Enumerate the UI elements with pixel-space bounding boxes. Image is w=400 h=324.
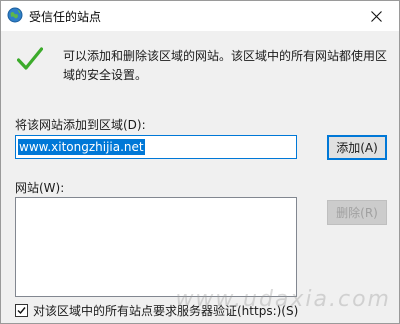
check-mark-icon [17, 307, 26, 315]
close-button[interactable] [353, 1, 399, 31]
websites-label: 网站(W): [15, 181, 65, 195]
checkmark-icon [16, 47, 44, 71]
websites-listbox[interactable] [15, 197, 297, 297]
add-button[interactable]: 添加(A) [327, 135, 387, 160]
https-checkbox-label: 对该区域中的所有站点要求服务器验证(https:)(S) [33, 304, 299, 318]
remove-button[interactable]: 删除(R) [327, 200, 387, 225]
site-url-value: www.xitongzhijia.net [18, 139, 145, 155]
trusted-sites-dialog: 受信任的站点 可以添加和删除该区域的网站。该区域中的所有网站都使用区域的安全设置… [0, 0, 400, 324]
https-checkbox[interactable] [15, 304, 28, 317]
site-url-input[interactable]: www.xitongzhijia.net [15, 135, 297, 159]
title-bar: 受信任的站点 [1, 1, 399, 31]
https-requirement-option[interactable]: 对该区域中的所有站点要求服务器验证(https:)(S) [15, 302, 298, 319]
add-site-label: 将该网站添加到区域(D): [15, 118, 146, 132]
close-icon [370, 10, 382, 22]
window-title: 受信任的站点 [29, 10, 102, 24]
info-description: 可以添加和删除该区域的网站。该区域中的所有网站都使用区域的安全设置。 [63, 49, 388, 82]
globe-icon [7, 7, 23, 23]
